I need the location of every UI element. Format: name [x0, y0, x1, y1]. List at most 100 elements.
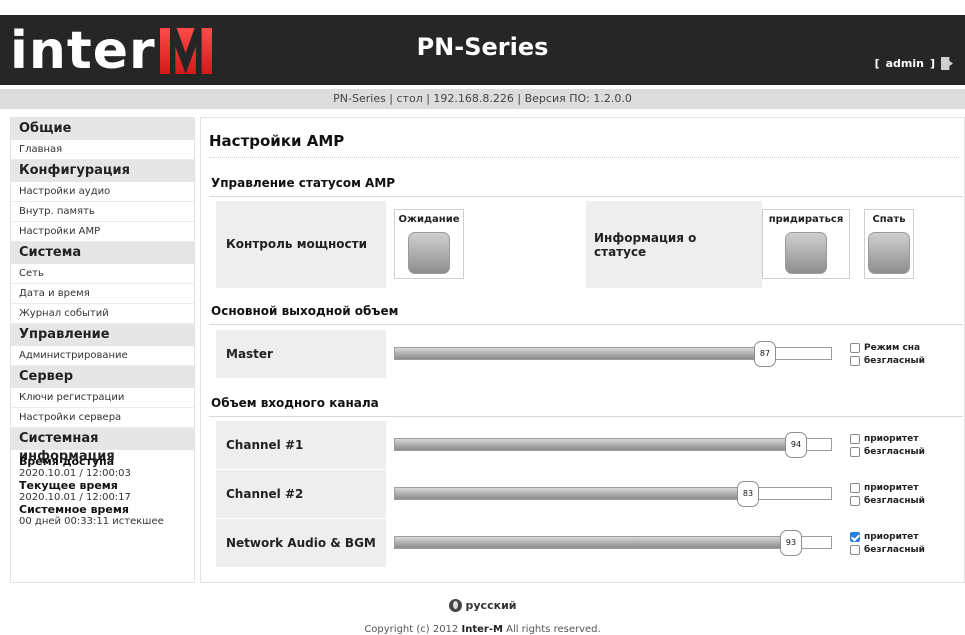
- master-slider-cell: 87 Режим сна безгласный: [386, 330, 962, 378]
- copyright-brand: Inter-M: [461, 624, 503, 635]
- section-amp-status-title: Управление статусом AMP: [211, 176, 396, 190]
- user-bracket-open: [: [874, 57, 880, 70]
- section-divider: [209, 324, 963, 325]
- channel-2-mute-checkbox[interactable]: безгласный: [850, 495, 925, 507]
- user-bracket-close: ]: [929, 57, 935, 70]
- channel-row: Network Audio & BGM 93 приоритет безглас…: [216, 519, 962, 567]
- sidebar-group-sysinfo: Системная информация: [11, 428, 194, 464]
- priority-label: приоритет: [864, 532, 919, 542]
- network-audio-mute-box[interactable]: [850, 545, 860, 555]
- channel-1-slider-fill: [395, 439, 797, 450]
- sidebar-group-management: Управление: [11, 324, 194, 346]
- master-row: Master 87 Режим сна безгласный: [216, 330, 962, 378]
- sidebar-group-configuration: Конфигурация: [11, 160, 194, 182]
- language-selector[interactable]: русский: [0, 599, 965, 612]
- standby-box: Ожидание: [394, 209, 464, 279]
- channel-2-slider[interactable]: 83: [394, 481, 832, 507]
- channel-label: Network Audio & BGM: [226, 536, 376, 550]
- sidebar-item-internal-memory[interactable]: Внутр. память: [11, 202, 194, 222]
- standby-button[interactable]: [408, 232, 450, 274]
- channel-2-priority-checkbox[interactable]: приоритет: [850, 482, 918, 494]
- network-audio-mute-checkbox[interactable]: безгласный: [850, 544, 925, 556]
- master-mute-label: безгласный: [864, 356, 925, 366]
- section-input-title: Объем входного канала: [211, 396, 379, 410]
- fault-box: придираться: [762, 209, 850, 279]
- network-audio-priority-checkbox[interactable]: приоритет: [850, 531, 918, 543]
- fault-indicator: [785, 232, 827, 274]
- channel-1-mute-box[interactable]: [850, 447, 860, 457]
- channel-row: Channel #2 83 приоритет безгласный: [216, 470, 962, 518]
- globe-icon: [448, 599, 462, 612]
- channel-label: Channel #2: [226, 487, 304, 501]
- channel-slider-cell: 94 приоритет безгласный: [386, 421, 962, 469]
- language-label[interactable]: русский: [466, 599, 517, 612]
- sidebar-item-date-time[interactable]: Дата и время: [11, 284, 194, 304]
- sidebar-group-general: Общие: [11, 118, 194, 140]
- master-mute-checkbox[interactable]: безгласный: [850, 355, 925, 367]
- channel-1-priority-box[interactable]: [850, 434, 860, 444]
- mute-label: безгласный: [864, 496, 925, 506]
- amp-status-panel: Контроль мощности Ожидание Информация о …: [216, 201, 962, 288]
- network-audio-slider-fill: [395, 537, 792, 548]
- current-time-label: Текущее время: [19, 479, 118, 492]
- standby-cell: Ожидание: [386, 201, 586, 288]
- sidebar: Общие Главная Конфигурация Настройки ауд…: [10, 117, 195, 583]
- user-name: admin: [885, 57, 924, 70]
- section-divider: [209, 416, 963, 417]
- status-info-label: Информация о статусе: [594, 231, 697, 259]
- copyright-suffix: All rights reserved.: [506, 624, 601, 635]
- channel-2-slider-fill: [395, 488, 749, 499]
- network-audio-slider-knob[interactable]: 93: [780, 530, 802, 556]
- mute-label: безгласный: [864, 545, 925, 555]
- sleep-mode-label: Режим сна: [864, 343, 921, 353]
- section-master-title: Основной выходной объем: [211, 304, 399, 318]
- header-bar: inter PN-Series [ admin ]: [0, 15, 965, 85]
- channel-1-slider-knob[interactable]: 94: [785, 432, 807, 458]
- sleep-mode-checkbox[interactable]: Режим сна: [850, 342, 920, 354]
- status-cell: придираться Спать: [762, 201, 962, 288]
- sidebar-item-registration-keys[interactable]: Ключи регистрации: [11, 388, 194, 408]
- network-audio-priority-box[interactable]: [850, 532, 860, 542]
- power-control-label: Контроль мощности: [226, 237, 368, 251]
- user-box: [ admin ]: [875, 57, 953, 70]
- copyright: Copyright (c) 2012 Inter-M All rights re…: [0, 624, 965, 635]
- sleep-label: Спать: [872, 214, 906, 225]
- channel-1-slider[interactable]: 94: [394, 432, 832, 458]
- channel-label: Channel #1: [226, 438, 304, 452]
- master-slider-fill: [395, 348, 766, 359]
- sidebar-item-administration[interactable]: Администрирование: [11, 346, 194, 366]
- channel-2-slider-knob[interactable]: 83: [737, 481, 759, 507]
- product-title: PN-Series: [416, 33, 549, 61]
- page-title: Настройки AMP: [209, 132, 345, 150]
- master-slider[interactable]: 87: [394, 341, 832, 367]
- sleep-indicator: [868, 232, 910, 274]
- master-slider-knob[interactable]: 87: [754, 341, 776, 367]
- channel-slider-cell: 83 приоритет безгласный: [386, 470, 962, 518]
- sidebar-item-server-settings[interactable]: Настройки сервера: [11, 408, 194, 428]
- master-label: Master: [226, 347, 273, 361]
- sidebar-item-audio-settings[interactable]: Настройки аудио: [11, 182, 194, 202]
- priority-label: приоритет: [864, 434, 919, 444]
- channel-2-mute-box[interactable]: [850, 496, 860, 506]
- channel-slider-cell: 93 приоритет безгласный: [386, 519, 962, 567]
- master-mute-box[interactable]: [850, 356, 860, 366]
- channel-2-priority-box[interactable]: [850, 483, 860, 493]
- channel-row: Channel #1 94 приоритет безгласный: [216, 421, 962, 469]
- sidebar-item-amp-settings[interactable]: Настройки AMP: [11, 222, 194, 242]
- sidebar-item-network[interactable]: Сеть: [11, 264, 194, 284]
- system-time-value: 00 дней 00:33:11 истекшее: [19, 516, 164, 527]
- channel-1-priority-checkbox[interactable]: приоритет: [850, 433, 918, 445]
- copyright-prefix: Copyright (c) 2012: [364, 624, 459, 635]
- sleep-box: Спать: [864, 209, 914, 279]
- channel-1-mute-checkbox[interactable]: безгласный: [850, 446, 925, 458]
- network-audio-slider[interactable]: 93: [394, 530, 832, 556]
- sleep-mode-box[interactable]: [850, 343, 860, 353]
- system-time-label: Системное время: [19, 503, 129, 516]
- sidebar-group-system: Система: [11, 242, 194, 264]
- title-divider: [209, 157, 959, 158]
- mute-label: безгласный: [864, 447, 925, 457]
- sidebar-item-event-log[interactable]: Журнал событий: [11, 304, 194, 324]
- fault-label: придираться: [768, 214, 844, 225]
- sidebar-item-home[interactable]: Главная: [11, 140, 194, 160]
- logout-icon[interactable]: [941, 57, 953, 70]
